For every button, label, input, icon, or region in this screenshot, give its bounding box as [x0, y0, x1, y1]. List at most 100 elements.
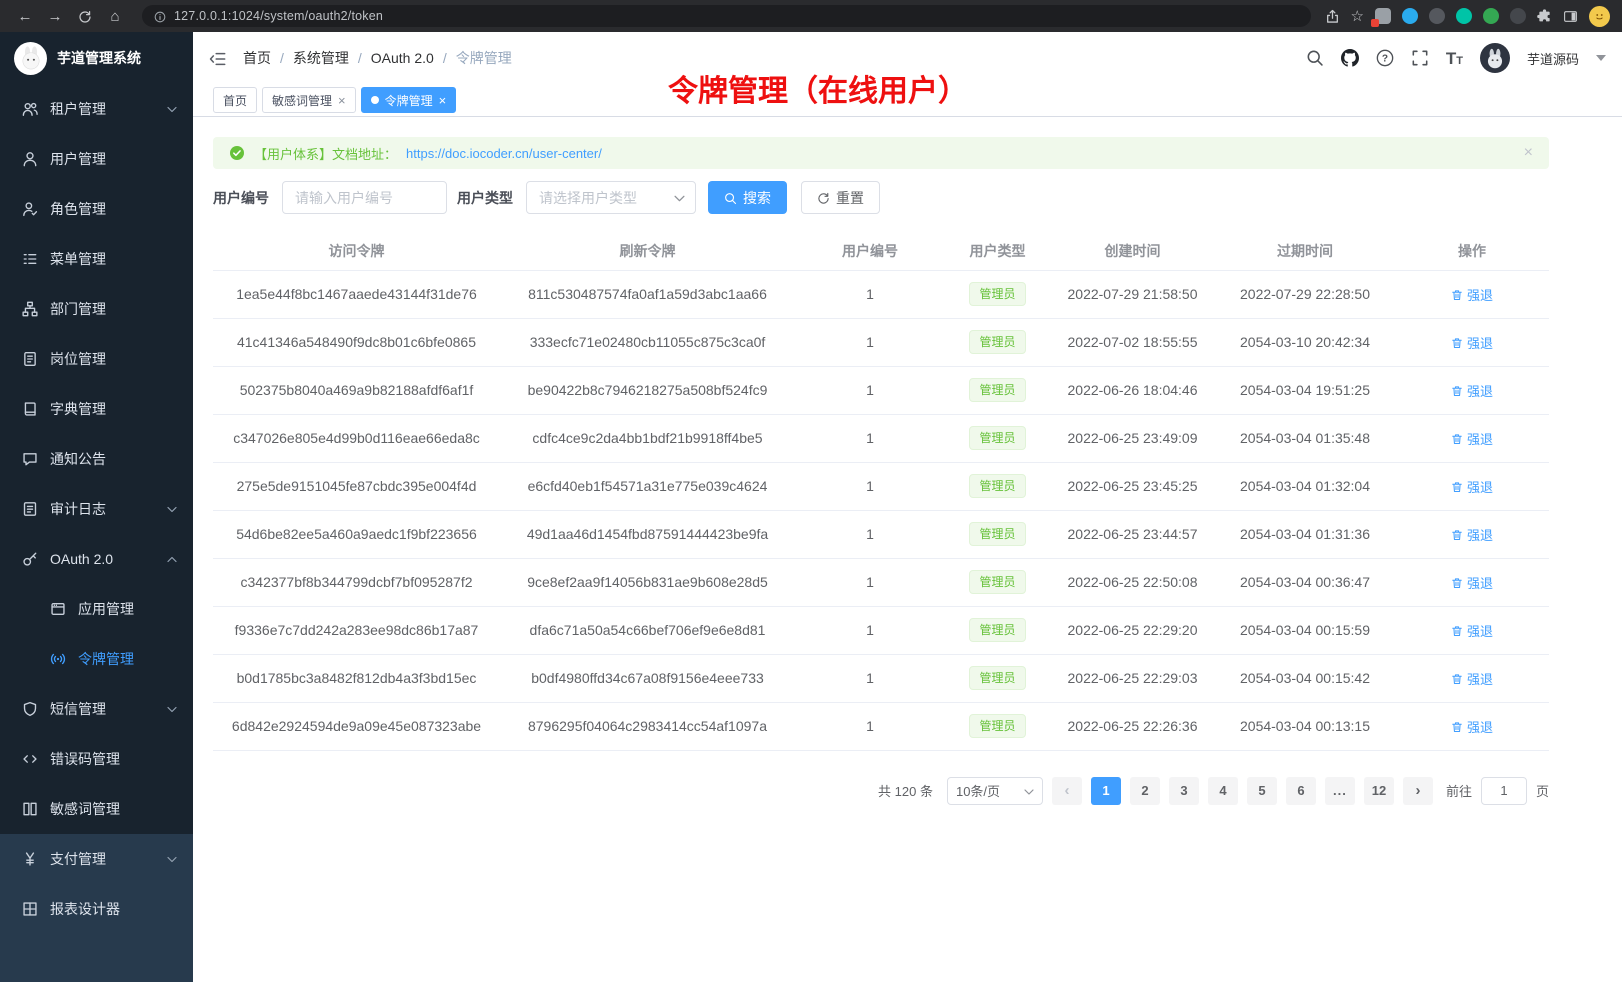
- user-type-cell: 管理员: [945, 702, 1050, 750]
- sidebar-item-report-designer[interactable]: 报表设计器: [0, 884, 193, 934]
- page-button-6[interactable]: 6: [1286, 777, 1316, 805]
- ext-dark-icon[interactable]: [1429, 8, 1445, 24]
- forward-button[interactable]: →: [42, 4, 68, 28]
- user-name[interactable]: 芋道源码: [1527, 49, 1579, 68]
- expire-time-cell: 2054-03-04 00:13:15: [1215, 702, 1395, 750]
- force-logout-button[interactable]: 强退: [1451, 381, 1493, 400]
- collapse-sidebar-icon[interactable]: [209, 48, 227, 69]
- sidebar-item-tenant[interactable]: 租户管理: [0, 84, 193, 134]
- key-icon: [22, 551, 38, 567]
- refresh-token-cell: b0df4980ffd34c67a08f9156e4eee733: [500, 654, 795, 702]
- tab-sensitive-word[interactable]: 敏感词管理×: [262, 87, 356, 113]
- page-button-5[interactable]: 5: [1247, 777, 1277, 805]
- sidebar-item-user[interactable]: 用户管理: [0, 134, 193, 184]
- page-size-value: 10条/页: [956, 781, 1000, 800]
- doc-link[interactable]: https://doc.iocoder.cn/user-center/: [406, 146, 602, 161]
- refresh-token-cell: e6cfd40eb1f54571a31e775e039c4624: [500, 462, 795, 510]
- breadcrumb-item[interactable]: OAuth 2.0: [371, 50, 434, 66]
- force-logout-button[interactable]: 强退: [1451, 717, 1493, 736]
- page-button-2[interactable]: 2: [1130, 777, 1160, 805]
- ext-green-icon[interactable]: [1483, 8, 1499, 24]
- force-logout-button[interactable]: 强退: [1451, 573, 1493, 592]
- sidebar-item-label: 岗位管理: [50, 349, 177, 369]
- page-button-3[interactable]: 3: [1169, 777, 1199, 805]
- user-type-badge: 管理员: [969, 282, 1025, 306]
- search-icon[interactable]: [1306, 49, 1324, 67]
- sidebar-item-notice[interactable]: 通知公告: [0, 434, 193, 484]
- extensions-puzzle-icon[interactable]: [1537, 8, 1552, 25]
- github-icon[interactable]: [1341, 49, 1359, 67]
- user-id-cell: 1: [795, 318, 945, 366]
- sidebar-item-oauth2[interactable]: OAuth 2.0: [0, 534, 193, 584]
- sidebar-item-label: 审计日志: [50, 499, 155, 519]
- more-pages-button[interactable]: ...: [1325, 777, 1355, 805]
- access-token-cell: 502375b8040a469a9b82188afdf6af1f: [213, 366, 500, 414]
- goto-page-input[interactable]: [1481, 777, 1527, 805]
- tab-token[interactable]: 令牌管理×: [361, 87, 457, 113]
- page-button-12[interactable]: 12: [1364, 777, 1394, 805]
- sidebar-item-role[interactable]: 角色管理: [0, 184, 193, 234]
- prev-page-button[interactable]: ‹: [1052, 777, 1082, 805]
- ext-blue-icon[interactable]: [1402, 8, 1418, 24]
- page-button-1[interactable]: 1: [1091, 777, 1121, 805]
- next-page-button[interactable]: ›: [1403, 777, 1433, 805]
- sidebar-item-dept[interactable]: 部门管理: [0, 284, 193, 334]
- user-id-input[interactable]: [282, 181, 447, 214]
- font-size-icon[interactable]: TT: [1446, 50, 1463, 67]
- back-button[interactable]: ←: [12, 4, 38, 28]
- force-logout-button[interactable]: 强退: [1451, 333, 1493, 352]
- reload-button[interactable]: [72, 4, 98, 28]
- site-info-icon[interactable]: [154, 9, 166, 23]
- page-size-select[interactable]: 10条/页: [947, 777, 1043, 805]
- sidebar-menu-main: 租户管理用户管理角色管理菜单管理部门管理岗位管理字典管理通知公告审计日志 OAut…: [0, 84, 193, 834]
- sidebar-item-error-code[interactable]: 错误码管理: [0, 734, 193, 784]
- url-text: 127.0.0.1:1024/system/oauth2/token: [174, 9, 383, 23]
- force-logout-button[interactable]: 强退: [1451, 621, 1493, 640]
- user-type-select[interactable]: 请选择用户类型: [526, 181, 696, 214]
- tab-home[interactable]: 首页: [213, 87, 257, 113]
- sidebar-item-sensitive-word[interactable]: 敏感词管理: [0, 784, 193, 834]
- chevron-down-icon[interactable]: [1596, 55, 1606, 61]
- bookmark-star-icon[interactable]: ☆: [1351, 7, 1364, 25]
- sidebar-item-oauth2-token[interactable]: 令牌管理: [0, 634, 193, 684]
- table-row: 41c41346a548490f9dc8b01c6bfe0865333ecfc7…: [213, 318, 1549, 366]
- sidebar-item-menu[interactable]: 菜单管理: [0, 234, 193, 284]
- search-button[interactable]: 搜索: [708, 181, 787, 214]
- breadcrumb-item[interactable]: 系统管理: [293, 48, 349, 68]
- fullscreen-icon[interactable]: [1411, 49, 1429, 67]
- breadcrumb: 首页/系统管理/OAuth 2.0/令牌管理: [243, 48, 512, 68]
- access-token-cell: c347026e805e4d99b0d116eae66eda8c: [213, 414, 500, 462]
- force-logout-button[interactable]: 强退: [1451, 477, 1493, 496]
- user-type-badge: 管理员: [969, 522, 1025, 546]
- app-logo[interactable]: 芋道管理系统: [0, 32, 193, 84]
- sidebar-item-audit-log[interactable]: 审计日志: [0, 484, 193, 534]
- url-bar[interactable]: 127.0.0.1:1024/system/oauth2/token: [142, 5, 1311, 27]
- user-avatar[interactable]: [1480, 43, 1510, 73]
- page-button-4[interactable]: 4: [1208, 777, 1238, 805]
- ext-gray-icon[interactable]: [1375, 8, 1391, 24]
- ext-teal-icon[interactable]: [1456, 8, 1472, 24]
- ext-darkgray-icon[interactable]: [1510, 8, 1526, 24]
- close-icon[interactable]: ×: [338, 94, 346, 107]
- force-logout-button[interactable]: 强退: [1451, 285, 1493, 304]
- force-logout-label: 强退: [1467, 477, 1493, 496]
- force-logout-button[interactable]: 强退: [1451, 669, 1493, 688]
- breadcrumb-separator: /: [443, 50, 447, 66]
- sidebar-item-sms[interactable]: 短信管理: [0, 684, 193, 734]
- home-button[interactable]: ⌂: [102, 4, 128, 28]
- sidebar-item-dict[interactable]: 字典管理: [0, 384, 193, 434]
- force-logout-button[interactable]: 强退: [1451, 525, 1493, 544]
- force-logout-button[interactable]: 强退: [1451, 429, 1493, 448]
- close-icon[interactable]: ×: [439, 94, 447, 107]
- sidebar-item-post[interactable]: 岗位管理: [0, 334, 193, 384]
- breadcrumb-item[interactable]: 首页: [243, 48, 271, 68]
- share-icon[interactable]: [1325, 8, 1340, 25]
- expire-time-cell: 2054-03-04 01:35:48: [1215, 414, 1395, 462]
- browser-profile-avatar[interactable]: [1589, 6, 1610, 27]
- sidebar-item-pay[interactable]: 支付管理: [0, 834, 193, 884]
- help-icon[interactable]: ?: [1376, 49, 1394, 67]
- side-panel-icon[interactable]: [1563, 8, 1578, 25]
- close-icon[interactable]: ×: [1524, 144, 1533, 162]
- reset-button[interactable]: 重置: [801, 181, 880, 214]
- sidebar-item-oauth2-app[interactable]: 应用管理: [0, 584, 193, 634]
